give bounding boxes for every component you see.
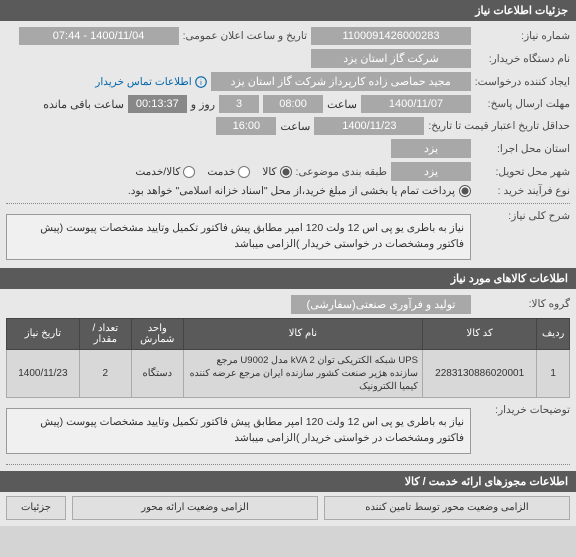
th-qty: تعداد / مقدار [79,318,131,349]
contract-type-label: نوع فرآیند خرید : [475,185,570,197]
buyer-notes-box: نیاز به باطری یو پی اس 12 ولت 120 امپر م… [6,408,471,454]
need-number-value: 1100091426000283 [311,27,471,45]
permits-header: اطلاعات مجوزهای ارائه خدمت / کالا [0,471,576,492]
send-time-value: 08:00 [263,95,323,113]
th-unit: واحد شمارش [131,318,183,349]
goods-table: ردیف کد کالا نام کالا واحد شمارش تعداد /… [6,318,570,399]
days-value: 3 [219,95,259,113]
delivery-city-value: یزد [391,162,471,181]
time-label-1: ساعت [327,98,357,111]
main-header: جزئیات اطلاعات نیاز [0,0,576,21]
contract-text: پرداخت تمام یا بخشی از مبلغ خرید،از محل … [128,185,455,197]
th-code: کد کالا [422,318,536,349]
cell-name: UPS شبکه الکتریکی توان kVA 2 مدل U9002 م… [183,349,422,398]
auth-box-2: الزامی وضعیت ارائه محور [72,496,318,520]
cell-date: 1400/11/23 [7,349,80,398]
auth-box-1: الزامی وضعیت محور توسط تامین کننده [324,496,570,520]
goods-group-value: تولید و فرآوری صنعتی(سفارشی) [291,295,471,314]
table-row[interactable]: 1 2283130886020001 UPS شبکه الکتریکی توا… [7,349,570,398]
buyer-name-value: شرکت گاز استان یزد [311,49,471,68]
th-name: نام کالا [183,318,422,349]
countdown-value: 00:13:37 [128,95,187,113]
creator-label: ایجاد کننده درخواست: [475,76,570,88]
svg-text:i: i [200,78,202,87]
public-date-value: 1400/11/04 - 07:44 [19,27,179,45]
credit-time-value: 16:00 [216,117,276,135]
send-date-value: 1400/11/07 [361,95,471,113]
divider-1 [6,203,570,204]
credit-expire-label: حداقل تاریخ اعتبار قیمت تا تاریخ: [428,120,570,132]
creator-value: مجید حماصی زاده کارپرداز شرکت گاز استان … [211,72,471,91]
public-date-label: تاریخ و ساعت اعلان عمومی: [183,30,307,42]
goods-header: اطلاعات کالاهای مورد نیاز [0,268,576,289]
divider-2 [6,464,570,465]
buyer-name-label: نام دستگاه خریدار: [475,53,570,65]
radio-goods-input[interactable] [280,166,292,178]
radio-both-input[interactable] [183,166,195,178]
days-label: روز و [191,98,215,111]
contract-radio[interactable] [459,185,471,197]
summary-box: نیاز به باطری یو پی اس 12 ولت 120 امپر م… [6,214,471,260]
delivery-city-label: شهر محل تحویل: [475,166,570,178]
buyer-notes-label: توضیحات خریدار: [475,404,570,416]
cell-qty: 2 [79,349,131,398]
info-icon: i [195,76,207,88]
exec-province-label: استان محل اجرا: [475,143,570,155]
category-label: طبقه بندی موضوعی: [296,166,387,178]
radio-goods[interactable]: کالا [262,166,291,178]
time-label-2: ساعت [280,120,310,133]
send-deadline-label: مهلت ارسال پاسخ: [475,98,570,110]
goods-group-label: گروه کالا: [475,298,570,310]
credit-date-value: 1400/11/23 [314,117,424,135]
radio-service-input[interactable] [238,166,250,178]
cell-code: 2283130886020001 [422,349,536,398]
th-row: ردیف [537,318,570,349]
th-date: تاریخ نیاز [7,318,80,349]
contact-link[interactable]: i اطلاعات تماس خریدار [95,76,206,88]
radio-both[interactable]: کالا/خدمت [135,166,195,178]
need-number-label: شماره نیاز: [475,30,570,42]
exec-province-value: یزد [391,139,471,158]
countdown-label: ساعت باقی مانده [43,98,124,111]
summary-label: شرح کلی نیاز: [475,210,570,222]
category-radio-group: کالا خدمت کالا/خدمت [135,166,291,178]
details-link[interactable]: جزئیات [6,496,66,520]
radio-service[interactable]: خدمت [207,166,250,178]
contact-link-text: اطلاعات تماس خریدار [95,76,191,88]
cell-idx: 1 [537,349,570,398]
cell-unit: دستگاه [131,349,183,398]
